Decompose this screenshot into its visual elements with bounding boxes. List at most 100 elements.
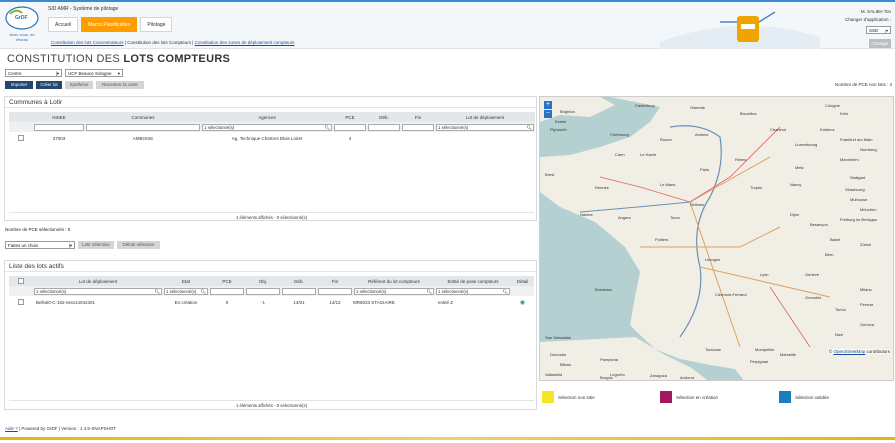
import-button[interactable]: Importer — [5, 81, 33, 89]
openstreetmap-link[interactable]: OpenStreetMap — [833, 349, 865, 354]
etat-filter-value: 1 sélectionné(s) — [166, 288, 197, 294]
nav-accueil[interactable]: Accueil — [48, 17, 79, 32]
col-referent[interactable]: Référent du lot compteurs — [353, 276, 435, 286]
lot-filter-select[interactable]: 1 sélectionné(s) 🔍︎ — [34, 287, 162, 295]
col-deb[interactable]: Déb. — [281, 276, 317, 286]
eye-icon[interactable]: ◉ — [520, 300, 525, 306]
communes-filter-input[interactable] — [86, 123, 200, 131]
synthesis-button[interactable]: Synthèse — [65, 81, 93, 89]
app-title: SID AMR - Système de pilotage — [48, 6, 119, 12]
map-city-label: Frankfurt am Main — [840, 137, 873, 142]
map-city-label: Plymouth — [550, 127, 567, 132]
map-city-label: Luxembourg — [795, 142, 818, 147]
map-city-label: Poitiers — [655, 237, 669, 242]
table-row[interactable]: 37003 AMBOISE Ag. Technique Chartres Blo… — [9, 132, 535, 144]
lot-filter-select[interactable]: 1 sélectionné(s) 🔍︎ — [436, 123, 534, 131]
agences-filter-select[interactable]: 1 sélectionné(s) 🔍︎ — [202, 123, 332, 131]
nav-pilotage[interactable]: Pilotage — [140, 17, 173, 32]
lot-filter-value: 1 sélectionné(s) — [438, 124, 469, 130]
lot-selection-button[interactable]: Lotir sélection — [78, 241, 114, 249]
row-checkbox[interactable] — [18, 134, 24, 141]
create-lot-button[interactable]: Créer lot — [36, 81, 62, 89]
change-app-button[interactable]: Changer — [869, 39, 891, 48]
unlot-selection-button[interactable]: Délotir sélection — [117, 241, 160, 249]
app-select[interactable]: SSD |▾ — [866, 26, 891, 34]
search-icon: 🔍︎ — [200, 288, 206, 294]
col-lot-deploiement[interactable]: Lot de déploiement — [435, 112, 535, 122]
map-city-label: Canterbury — [635, 103, 655, 108]
search-icon: 🔍︎ — [154, 288, 160, 294]
pce-filter-input[interactable] — [334, 123, 366, 131]
map-city-label: Marseille — [780, 352, 797, 357]
nav-macro-planification[interactable]: Macro Planification — [81, 17, 138, 32]
col-fin[interactable]: Fin — [401, 112, 435, 122]
select-all-checkbox[interactable] — [18, 277, 24, 284]
map-city-label: Rouen — [660, 137, 672, 142]
map-city-label: Valladolid — [545, 372, 563, 377]
col-communes[interactable]: Communes — [85, 112, 201, 122]
map[interactable]: Canterbury Brighton Ostende Bruxelles Cologn… — [539, 96, 894, 381]
breadcrumb-link-concentrateurs[interactable]: Constitution des lots Concentrateurs — [51, 40, 124, 45]
map-city-label: Bilbao — [560, 362, 572, 367]
zoom-in-button[interactable]: + — [544, 101, 552, 109]
ucf-select[interactable]: UCF Beauce Sologne ▾ — [65, 69, 123, 77]
map-city-label: Burgos — [600, 375, 613, 380]
map-city-label: Zürich — [860, 242, 872, 247]
fin-filter-input[interactable] — [318, 287, 352, 295]
col-detail[interactable]: Détail — [511, 276, 534, 286]
map-city-label: Lyon — [760, 272, 769, 277]
pce-non-lotis-count: Nombre de PCE non lotis : 4 — [834, 82, 892, 87]
col-entite[interactable]: Entité de pose compteurs — [435, 276, 511, 286]
breadcrumb-link-zones[interactable]: Constitution des zones de déploiement co… — [195, 40, 295, 45]
entite-filter-select[interactable]: 1 sélectionné(s) 🔍︎ — [436, 287, 510, 295]
page-title: CONSTITUTION DES LOTS COMPTEURS — [7, 53, 230, 65]
col-agences[interactable]: Agences — [201, 112, 333, 122]
user-name: M. SALIBA Ton — [860, 9, 891, 14]
etat-filter-select[interactable]: 1 sélectionné(s) 🔍︎ — [164, 287, 208, 295]
map-city-label: München — [860, 207, 877, 212]
map-city-label: Köln — [840, 111, 849, 116]
zoom-out-button[interactable]: − — [544, 110, 552, 118]
deb-filter-input[interactable] — [282, 287, 316, 295]
referent-filter-value: 1 sélectionné(s) — [356, 288, 387, 294]
pce-filter-input[interactable] — [210, 287, 244, 295]
fin-filter-input[interactable] — [402, 123, 434, 131]
map-city-label: Genève — [805, 272, 820, 277]
col-deb[interactable]: Déb. — [367, 112, 401, 122]
table-row[interactable]: Belloti0-C-162-ssss14042301 En création … — [9, 296, 534, 308]
map-city-label: Dijon — [790, 212, 800, 217]
deb-filter-input[interactable] — [368, 123, 400, 131]
map-city-label: Firenze — [860, 302, 874, 307]
obj-filter-input[interactable] — [246, 287, 280, 295]
page-title-prefix: CONSTITUTION DES — [7, 53, 120, 65]
map-city-label: Genova — [860, 322, 875, 327]
col-lot[interactable]: Lot de déploiement — [33, 276, 163, 286]
map-city-label: Nantes — [580, 212, 593, 217]
map-city-label: Toulouse — [705, 347, 722, 352]
action-select[interactable]: Faites un choix |▾ — [5, 241, 75, 249]
map-city-label: Zaragoza — [650, 373, 667, 378]
map-city-label: Clermont-Ferrand — [715, 292, 747, 297]
referent-filter-select[interactable]: 1 sélectionné(s) 🔍︎ — [354, 287, 434, 295]
help-link[interactable]: Aide ? — [5, 426, 18, 431]
col-insee[interactable]: INSEE — [33, 112, 85, 122]
cell-commune: AMBOISE — [132, 135, 154, 141]
map-city-label: Mannheim — [840, 157, 859, 162]
lots-panel-title: Liste des lots actifs — [5, 261, 536, 272]
region-select[interactable]: Centre |▾ — [5, 69, 62, 77]
col-obj[interactable]: Obj. — [245, 276, 281, 286]
col-fin[interactable]: Fin — [317, 276, 353, 286]
cell-pce: 4 — [348, 135, 352, 141]
attribution-contributors: contributors — [866, 349, 890, 354]
search-icon: 🔍︎ — [426, 288, 432, 294]
insee-filter-input[interactable] — [34, 123, 84, 131]
col-pce[interactable]: PCE — [209, 276, 245, 286]
user-block: M. SALIBA Ton Changer d'application : — [845, 8, 891, 24]
col-etat[interactable]: Etat — [163, 276, 209, 286]
row-checkbox[interactable] — [18, 298, 24, 305]
col-pce[interactable]: PCE — [333, 112, 367, 122]
bottom-accent-bar — [0, 437, 895, 440]
breadcrumb-current: Constitution des lots Compteurs — [127, 40, 191, 45]
search-icon: 🔍︎ — [502, 288, 508, 294]
recenter-map-button[interactable]: Recentrer la carte — [96, 81, 144, 89]
